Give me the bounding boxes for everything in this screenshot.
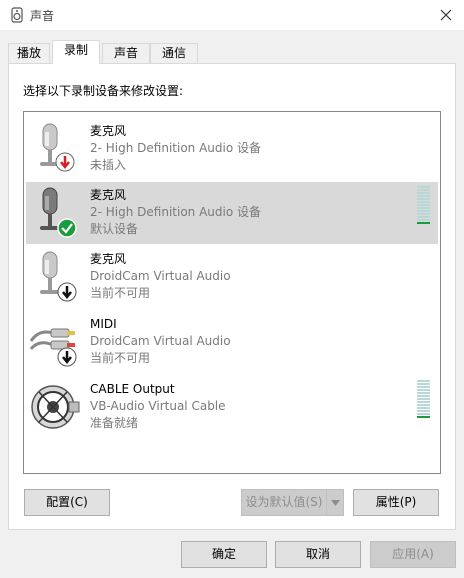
recording-panel: 选择以下录制设备来修改设置: 麦克风 2- High Definition Au… bbox=[8, 63, 456, 530]
device-item[interactable]: 麦克风 DroidCam Virtual Audio 当前不可用 bbox=[26, 246, 438, 308]
device-description: 2- High Definition Audio 设备 bbox=[90, 205, 262, 219]
microphone-icon bbox=[40, 187, 77, 238]
device-description: DroidCam Virtual Audio bbox=[90, 334, 231, 348]
device-item[interactable]: 麦克风 2- High Definition Audio 设备 默认设备 bbox=[26, 182, 438, 244]
device-item[interactable]: MIDI DroidCam Virtual Audio 当前不可用 bbox=[26, 311, 438, 373]
rca-jack-icon bbox=[29, 328, 77, 367]
device-status: 当前不可用 bbox=[90, 286, 151, 300]
speaker-icon bbox=[11, 7, 23, 23]
title-bar: 声音 bbox=[0, 0, 464, 30]
device-item[interactable]: 麦克风 2- High Definition Audio 设备 未插入 bbox=[26, 118, 438, 180]
unplugged-badge bbox=[55, 152, 75, 172]
microphone-icon bbox=[40, 123, 75, 172]
device-name: 麦克风 bbox=[90, 252, 127, 266]
close-icon bbox=[440, 9, 452, 21]
device-description: DroidCam Virtual Audio bbox=[90, 269, 231, 283]
device-name: 麦克风 bbox=[90, 188, 127, 202]
unavailable-badge bbox=[57, 347, 77, 367]
tab-communications[interactable]: 通信 bbox=[150, 43, 198, 64]
device-description: 2- High Definition Audio 设备 bbox=[90, 141, 262, 155]
device-status: 未插入 bbox=[90, 158, 127, 172]
configure-button[interactable]: 配置(C) bbox=[24, 489, 110, 516]
device-description: VB-Audio Virtual Cable bbox=[90, 399, 226, 413]
tab-playback[interactable]: 播放 bbox=[8, 43, 50, 64]
device-name: MIDI bbox=[90, 317, 117, 331]
default-check-badge bbox=[57, 218, 77, 238]
unavailable-badge bbox=[57, 282, 77, 302]
device-status: 准备就绪 bbox=[90, 416, 139, 430]
device-name: 麦克风 bbox=[90, 124, 127, 138]
instruction-text: 选择以下录制设备来修改设置: bbox=[23, 84, 184, 98]
device-status: 默认设备 bbox=[90, 222, 139, 236]
cancel-button[interactable]: 取消 bbox=[275, 541, 361, 568]
level-meter bbox=[417, 380, 430, 420]
apply-button[interactable]: 应用(A) bbox=[370, 541, 456, 568]
microphone-icon bbox=[40, 251, 77, 302]
chevron-down-icon bbox=[330, 499, 340, 506]
window-title: 声音 bbox=[30, 9, 55, 23]
cable-reel-icon bbox=[31, 385, 80, 429]
tab-recording[interactable]: 录制 bbox=[52, 40, 100, 64]
ok-button[interactable]: 确定 bbox=[181, 541, 267, 568]
device-name: CABLE Output bbox=[90, 382, 175, 396]
close-button[interactable] bbox=[428, 0, 464, 30]
tab-sounds[interactable]: 声音 bbox=[102, 43, 150, 64]
set-default-dropdown[interactable] bbox=[326, 489, 344, 516]
level-meter bbox=[417, 186, 430, 226]
device-list[interactable]: 麦克风 2- High Definition Audio 设备 未插入 麦克风 … bbox=[23, 111, 441, 474]
device-item[interactable]: CABLE Output VB-Audio Virtual Cable 准备就绪 bbox=[26, 376, 438, 438]
device-status: 当前不可用 bbox=[90, 351, 151, 365]
properties-button[interactable]: 属性(P) bbox=[353, 489, 439, 516]
set-default-button[interactable]: 设为默认值(S) bbox=[241, 489, 327, 516]
